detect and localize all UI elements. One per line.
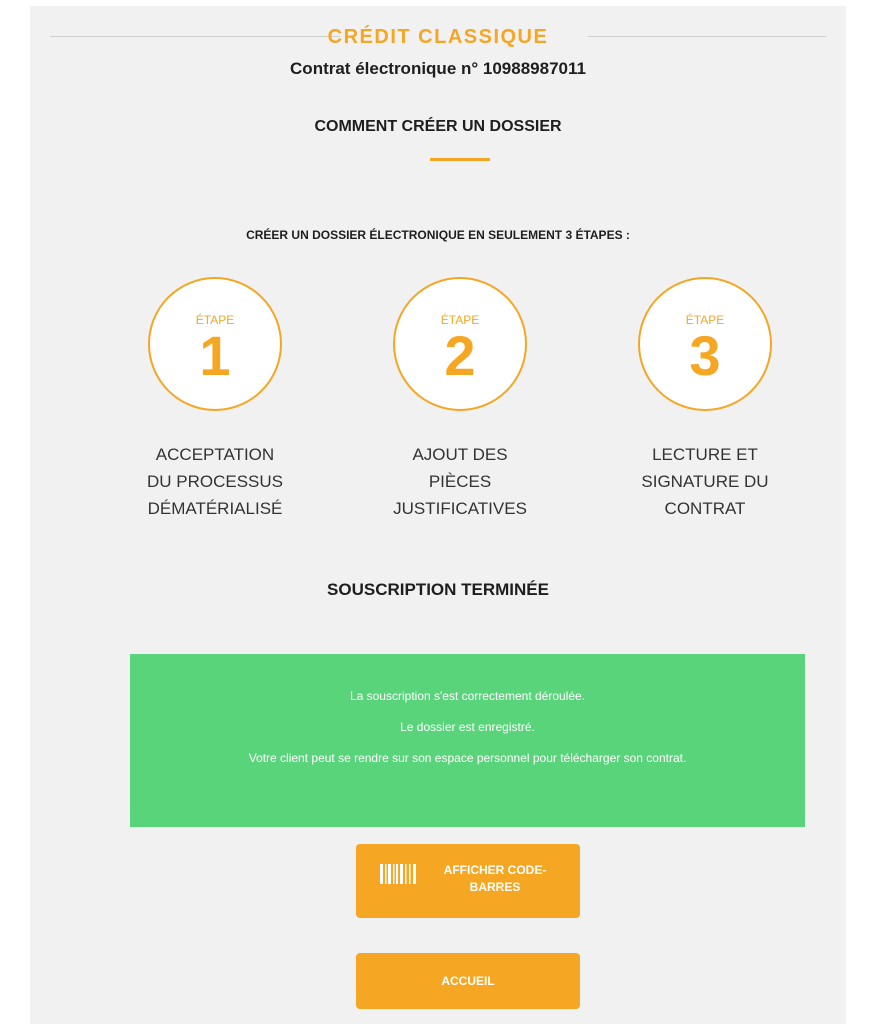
step-1-label: ÉTAPE	[195, 313, 235, 327]
success-message-2: Le dossier est enregistré.	[400, 720, 535, 734]
success-message-box: La souscription s'est correctement dérou…	[130, 654, 805, 827]
success-message-1: La souscription s'est correctement dérou…	[349, 689, 586, 703]
step-1-description: ACCEPTATION DU PROCESSUS DÉMATÉRIALISÉ	[115, 441, 315, 522]
step-1-number: 1	[199, 324, 231, 387]
title-underline	[430, 158, 490, 161]
success-message-3: Votre client peut se rendre sur son espa…	[248, 751, 687, 765]
contract-number: Contrat électronique n° 10988987011	[290, 59, 586, 78]
step-3-line-1: LECTURE ET	[652, 445, 758, 464]
home-button[interactable]: ACCUEIL	[356, 953, 580, 1009]
steps-intro: CRÉER UN DOSSIER ÉLECTRONIQUE EN SEULEME…	[246, 228, 630, 242]
step-2-line-2: PIÈCES	[428, 472, 492, 491]
step-3-label: ÉTAPE	[685, 313, 725, 327]
barcode-icon	[380, 864, 416, 884]
step-3-description: LECTURE ET SIGNATURE DU CONTRAT	[605, 441, 805, 522]
step-2-line-3: JUSTIFICATIVES	[393, 499, 527, 518]
step-2-circle: ÉTAPE 2	[393, 277, 527, 411]
product-title: CRÉDIT CLASSIQUE	[327, 26, 549, 48]
main-panel: CRÉDIT CLASSIQUE Contrat électronique n°…	[30, 6, 846, 1024]
step-3-line-2: SIGNATURE DU	[641, 472, 769, 491]
completion-title: SOUSCRIPTION TERMINÉE	[327, 580, 549, 599]
step-1-line-1: ACCEPTATION	[155, 445, 275, 464]
step-3-line-3: CONTRAT	[664, 499, 746, 518]
step-2-description: AJOUT DES PIÈCES JUSTIFICATIVES	[360, 441, 560, 522]
section-title: COMMENT CRÉER UN DOSSIER	[314, 118, 562, 135]
step-3: ÉTAPE 3 LECTURE ET SIGNATURE DU CONTRAT	[605, 277, 805, 522]
barcode-button-content: AFFICHER CODE-BARRES	[380, 862, 560, 896]
step-3-number: 3	[689, 324, 721, 387]
show-barcode-button[interactable]: AFFICHER CODE-BARRES	[356, 844, 580, 918]
step-2-number: 2	[444, 324, 476, 387]
step-2-line-1: AJOUT DES	[412, 445, 508, 464]
step-2-label: ÉTAPE	[440, 313, 480, 327]
step-2: ÉTAPE 2 AJOUT DES PIÈCES JUSTIFICATIVES	[360, 277, 560, 522]
step-1-line-2: DU PROCESSUS	[146, 472, 284, 491]
step-1-circle: ÉTAPE 1	[148, 277, 282, 411]
show-barcode-label: AFFICHER CODE-BARRES	[443, 863, 547, 894]
step-3-circle: ÉTAPE 3	[638, 277, 772, 411]
step-1-line-3: DÉMATÉRIALISÉ	[147, 499, 283, 518]
step-1: ÉTAPE 1 ACCEPTATION DU PROCESSUS DÉMATÉR…	[115, 277, 315, 522]
